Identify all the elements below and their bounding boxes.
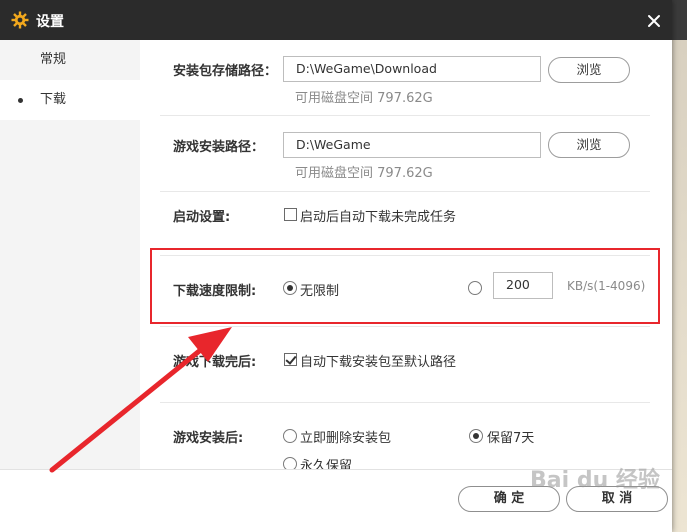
dialog-title: 设置 xyxy=(36,14,64,30)
browse-button[interactable]: 浏览 xyxy=(548,132,630,158)
divider xyxy=(160,191,650,192)
startup-label: 启动设置: xyxy=(173,210,231,225)
auto-download-checkbox[interactable] xyxy=(284,208,297,221)
divider xyxy=(160,402,650,403)
auto-install-label: 自动下载安装包至默认路径 xyxy=(300,355,457,370)
after-install-label: 游戏安装后: xyxy=(173,431,244,446)
keep-7-days-label: 保留7天 xyxy=(487,431,535,446)
game-install-path-input[interactable]: D:\WeGame xyxy=(283,132,541,158)
title-bar: 设置 xyxy=(0,0,672,40)
divider xyxy=(160,115,650,116)
free-space-text: 可用磁盘空间 797.62G xyxy=(295,91,433,106)
install-package-path-input[interactable]: D:\WeGame\Download xyxy=(283,56,541,82)
browse-button[interactable]: 浏览 xyxy=(548,57,630,83)
sidebar: 常规 下载 xyxy=(0,40,140,532)
annotation-highlight-box xyxy=(150,248,660,324)
free-space-text: 可用磁盘空间 797.62G xyxy=(295,166,433,181)
sidebar-item-label: 下载 xyxy=(40,92,67,107)
close-icon[interactable] xyxy=(642,9,666,33)
delete-package-label: 立即删除安装包 xyxy=(300,431,392,446)
auto-download-label: 启动后自动下载未完成任务 xyxy=(300,210,457,225)
auto-install-checkbox[interactable] xyxy=(284,353,297,366)
after-download-label: 游戏下载完后: xyxy=(173,355,257,370)
gear-icon xyxy=(11,11,29,29)
sidebar-item-download[interactable]: 下载 xyxy=(0,80,140,120)
sidebar-item-label: 常规 xyxy=(40,52,67,67)
divider xyxy=(160,326,650,327)
keep-7-days-radio[interactable] xyxy=(469,429,483,443)
install-package-path-label: 安装包存储路径： xyxy=(173,64,278,79)
sidebar-item-general[interactable]: 常规 xyxy=(0,40,140,80)
delete-package-radio[interactable] xyxy=(283,429,297,443)
active-dot-icon xyxy=(18,98,23,103)
game-install-path-label: 游戏安装路径： xyxy=(173,140,265,155)
watermark: Bai du 经验 xyxy=(530,468,660,493)
